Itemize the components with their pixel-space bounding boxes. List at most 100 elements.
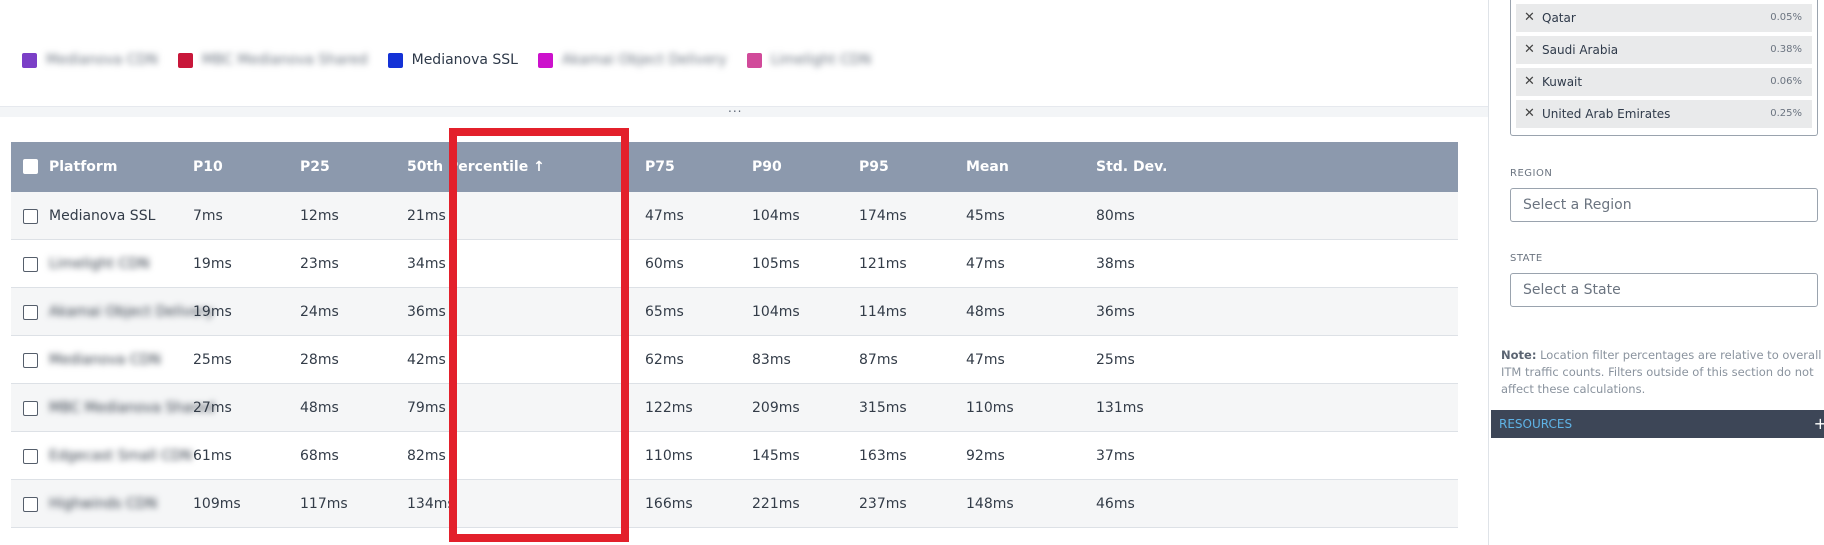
column-header-p95[interactable]: P95 bbox=[859, 142, 889, 192]
cell-p90: 105ms bbox=[752, 256, 800, 272]
cell-std: 131ms bbox=[1096, 400, 1144, 416]
legend-swatch bbox=[177, 52, 193, 68]
region-select[interactable]: Select a Region bbox=[1510, 188, 1818, 222]
table-row[interactable]: Edgecast Small CDN 61ms 68ms 82ms 110ms 145ms… bbox=[11, 432, 1458, 480]
row-checkbox[interactable] bbox=[23, 353, 38, 368]
cell-p50: 82ms bbox=[407, 448, 446, 464]
column-header-platform[interactable]: Platform bbox=[49, 142, 117, 192]
table-row[interactable]: Medianova CDN 25ms 28ms 42ms 62ms 83ms 87ms 47m… bbox=[11, 336, 1458, 384]
cell-p50: 134ms bbox=[407, 496, 455, 512]
cell-p25: 23ms bbox=[300, 256, 339, 272]
filter-sidebar: ✕ Qatar 0.05% ✕ Saudi Arabia 0.38% ✕ Kuwait 0.06… bbox=[1488, 0, 1824, 545]
cell-mean: 47ms bbox=[966, 352, 1005, 368]
column-header-p10[interactable]: P10 bbox=[193, 142, 223, 192]
table-row[interactable]: MBC Medianova Shared 27ms 48ms 79ms 122ms 209… bbox=[11, 384, 1458, 432]
row-checkbox[interactable] bbox=[23, 209, 38, 224]
legend-label: Akamai Object Delivery bbox=[561, 52, 727, 68]
table-row[interactable]: Highwinds CDN 109ms 117ms 134ms 166ms 221ms 23… bbox=[11, 480, 1458, 528]
cell-std: 80ms bbox=[1096, 208, 1135, 224]
resize-divider[interactable] bbox=[0, 106, 1488, 117]
column-header-mean[interactable]: Mean bbox=[966, 142, 1009, 192]
state-label: STATE bbox=[1510, 253, 1543, 264]
table-body: Medianova SSL 7ms 12ms 21ms 47ms 104ms 174ms 45… bbox=[11, 192, 1458, 528]
cell-p95: 87ms bbox=[859, 352, 898, 368]
table-row[interactable]: Akamai Object Delivery 19ms 24ms 36ms 65ms 10… bbox=[11, 288, 1458, 336]
cell-p95: 237ms bbox=[859, 496, 907, 512]
cell-platform: Edgecast Small CDN bbox=[49, 448, 193, 464]
select-all-checkbox[interactable] bbox=[23, 159, 38, 174]
cell-mean: 45ms bbox=[966, 208, 1005, 224]
cell-mean: 48ms bbox=[966, 304, 1005, 320]
legend-swatch bbox=[387, 52, 403, 68]
row-checkbox[interactable] bbox=[23, 305, 38, 320]
column-header-p25[interactable]: P25 bbox=[300, 142, 330, 192]
country-chip: ✕ United Arab Emirates 0.25% bbox=[1516, 100, 1812, 128]
remove-close-icon[interactable]: ✕ bbox=[1524, 74, 1535, 89]
cell-platform: MBC Medianova Shared bbox=[49, 400, 215, 416]
cell-p25: 48ms bbox=[300, 400, 339, 416]
cell-p50: 34ms bbox=[407, 256, 446, 272]
note-text: Location filter percentages are relative… bbox=[1501, 348, 1822, 396]
country-name: United Arab Emirates bbox=[1542, 107, 1671, 121]
column-header-std-dev[interactable]: Std. Dev. bbox=[1096, 142, 1167, 192]
cell-p75: 60ms bbox=[645, 256, 684, 272]
country-list: ✕ Qatar 0.05% ✕ Saudi Arabia 0.38% ✕ Kuwait 0.06… bbox=[1510, 0, 1818, 136]
legend-swatch bbox=[537, 52, 553, 68]
cell-platform: Highwinds CDN bbox=[49, 496, 158, 512]
state-select[interactable]: Select a State bbox=[1510, 273, 1818, 307]
cell-p10: 7ms bbox=[193, 208, 223, 224]
cell-mean: 47ms bbox=[966, 256, 1005, 272]
highlight-box bbox=[449, 128, 629, 542]
legend-label: Medianova SSL bbox=[411, 52, 518, 68]
column-header-p75[interactable]: P75 bbox=[645, 142, 675, 192]
country-percentage: 0.25% bbox=[1770, 108, 1802, 119]
chart-legend: Medianova CDN MBC Medianova Shared Mediano… bbox=[22, 50, 891, 70]
legend-item[interactable]: Akamai Object Delivery bbox=[537, 52, 727, 68]
cell-p95: 114ms bbox=[859, 304, 907, 320]
main-panel: Medianova CDN MBC Medianova Shared Mediano… bbox=[0, 0, 1488, 545]
legend-item[interactable]: Medianova CDN bbox=[22, 52, 158, 68]
row-checkbox[interactable] bbox=[23, 449, 38, 464]
cell-p95: 121ms bbox=[859, 256, 907, 272]
country-name: Saudi Arabia bbox=[1542, 43, 1619, 57]
cell-p90: 104ms bbox=[752, 208, 800, 224]
region-label: REGION bbox=[1510, 168, 1553, 179]
resources-label: RESOURCES bbox=[1499, 417, 1573, 431]
cell-p50: 21ms bbox=[407, 208, 446, 224]
cell-p90: 104ms bbox=[752, 304, 800, 320]
remove-close-icon[interactable]: ✕ bbox=[1524, 42, 1535, 57]
row-checkbox[interactable] bbox=[23, 497, 38, 512]
cell-mean: 148ms bbox=[966, 496, 1014, 512]
expand-plus-icon[interactable]: + bbox=[1814, 410, 1824, 438]
row-checkbox[interactable] bbox=[23, 257, 38, 272]
cell-std: 46ms bbox=[1096, 496, 1135, 512]
cell-p25: 28ms bbox=[300, 352, 339, 368]
cell-p50: 36ms bbox=[407, 304, 446, 320]
country-chip: ✕ Saudi Arabia 0.38% bbox=[1516, 36, 1812, 64]
legend-swatch bbox=[746, 52, 762, 68]
drag-handle-icon[interactable]: ... bbox=[728, 101, 742, 115]
cell-p75: 110ms bbox=[645, 448, 693, 464]
cell-p50: 42ms bbox=[407, 352, 446, 368]
cell-p95: 163ms bbox=[859, 448, 907, 464]
table-row[interactable]: Medianova SSL 7ms 12ms 21ms 47ms 104ms 174ms 45… bbox=[11, 192, 1458, 240]
cell-p75: 122ms bbox=[645, 400, 693, 416]
cell-platform: Medianova SSL bbox=[49, 208, 156, 224]
resources-section-header[interactable]: RESOURCES + bbox=[1491, 410, 1824, 438]
remove-close-icon[interactable]: ✕ bbox=[1524, 106, 1535, 121]
cell-std: 36ms bbox=[1096, 304, 1135, 320]
row-checkbox[interactable] bbox=[23, 401, 38, 416]
column-header-p90[interactable]: P90 bbox=[752, 142, 782, 192]
legend-item[interactable]: MBC Medianova Shared bbox=[177, 52, 368, 68]
legend-label: Medianova CDN bbox=[46, 52, 158, 68]
country-percentage: 0.06% bbox=[1770, 76, 1802, 87]
remove-close-icon[interactable]: ✕ bbox=[1524, 10, 1535, 25]
cell-p50: 79ms bbox=[407, 400, 446, 416]
legend-item[interactable]: Medianova SSL bbox=[387, 52, 518, 68]
legend-item[interactable]: Limelight CDN bbox=[746, 52, 872, 68]
table-row[interactable]: Limelight CDN 19ms 23ms 34ms 60ms 105ms 121ms 4… bbox=[11, 240, 1458, 288]
country-chip: ✕ Kuwait 0.06% bbox=[1516, 68, 1812, 96]
legend-label: Limelight CDN bbox=[770, 52, 872, 68]
note-label: Note: bbox=[1501, 348, 1537, 362]
cell-p90: 83ms bbox=[752, 352, 791, 368]
